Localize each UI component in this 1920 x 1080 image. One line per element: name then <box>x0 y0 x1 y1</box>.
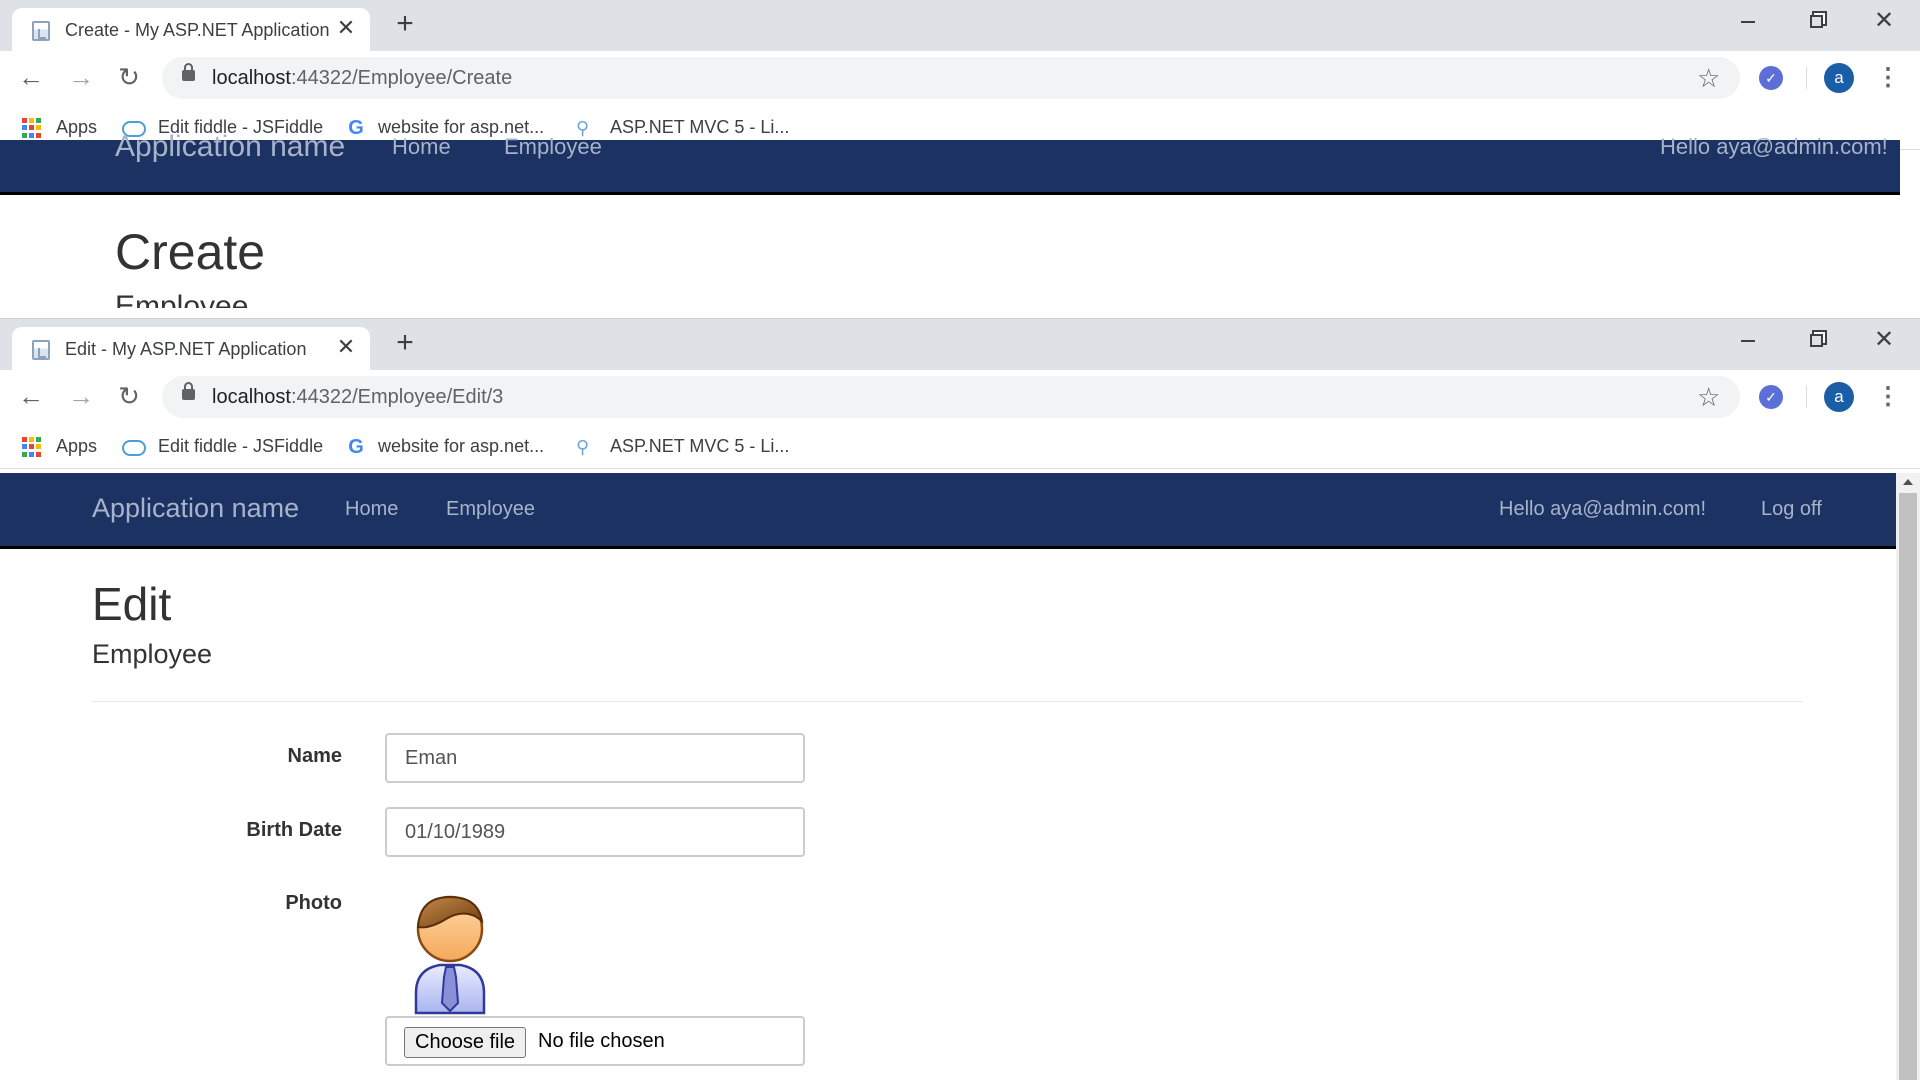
minimize-button[interactable] <box>1728 325 1768 355</box>
page-favicon-icon <box>32 21 50 41</box>
page-favicon-icon <box>32 340 50 360</box>
scroll-thumb[interactable] <box>1899 493 1917 1080</box>
birthdate-label: Birth Date <box>246 819 342 841</box>
browser-window-create: Create - My ASP.NET Application ✕ + ✕ ← … <box>0 0 1920 308</box>
address-bar[interactable]: localhost:44322/Employee/Create ☆ <box>162 57 1740 99</box>
restore-button[interactable] <box>1796 325 1836 355</box>
jsfiddle-cloud-icon <box>122 440 146 456</box>
google-icon: G <box>348 117 364 139</box>
reload-icon[interactable]: ↻ <box>114 63 144 93</box>
kebab-menu-icon[interactable]: ⋮ <box>1876 382 1900 412</box>
app-navbar: Application name Home Employee Hello aya… <box>0 473 1900 549</box>
browser-toolbar: ← → ↻ localhost:44322/Employee/Create ☆ … <box>0 51 1920 104</box>
app-navbar: Application name Home Employee Hello aya… <box>0 130 1900 195</box>
extension-check-icon[interactable]: ✓ <box>1759 385 1783 409</box>
birthdate-field[interactable] <box>385 807 805 857</box>
photo-label: Photo <box>285 892 342 914</box>
lock-icon <box>182 63 195 81</box>
star-icon[interactable]: ☆ <box>1697 63 1720 94</box>
file-status-text: No file chosen <box>538 1030 665 1052</box>
apps-grid-icon <box>22 437 42 457</box>
new-tab-button[interactable]: + <box>390 328 420 359</box>
back-arrow-icon[interactable]: ← <box>16 63 46 93</box>
nav-home[interactable]: Home <box>392 134 451 160</box>
minimize-button[interactable] <box>1728 6 1768 36</box>
tab-create[interactable]: Create - My ASP.NET Application ✕ <box>12 8 370 51</box>
brand-link[interactable]: Application name <box>115 130 345 164</box>
forward-arrow-icon[interactable]: → <box>66 382 96 412</box>
toolbar-separator <box>1806 67 1807 89</box>
close-tab-icon[interactable]: ✕ <box>334 16 358 40</box>
google-icon: G <box>348 436 364 458</box>
tab-title: Create - My ASP.NET Application <box>65 20 330 40</box>
name-field[interactable] <box>385 733 805 783</box>
profile-avatar[interactable]: a <box>1824 382 1854 412</box>
url-text[interactable]: localhost:44322/Employee/Create <box>212 67 512 90</box>
tab-strip: Edit - My ASP.NET Application ✕ + ✕ <box>0 319 1920 370</box>
address-bar[interactable]: localhost:44322/Employee/Edit/3 ☆ <box>162 376 1740 418</box>
toolbar-separator <box>1806 386 1807 408</box>
user-avatar-image <box>414 895 486 1015</box>
reload-icon[interactable]: ↻ <box>114 382 144 412</box>
close-tab-icon[interactable]: ✕ <box>334 335 358 359</box>
brand-link[interactable]: Application name <box>92 493 299 524</box>
page-subtitle: Employee <box>92 639 213 669</box>
logoff-link[interactable]: Log off <box>1761 498 1822 521</box>
close-window-button[interactable]: ✕ <box>1864 325 1904 355</box>
greeting-link[interactable]: Hello aya@admin.com! <box>1499 498 1706 521</box>
profile-avatar[interactable]: a <box>1824 63 1854 93</box>
restore-button[interactable] <box>1796 6 1836 36</box>
star-icon[interactable]: ☆ <box>1697 382 1720 413</box>
choose-file-button[interactable]: Choose file <box>404 1027 527 1058</box>
divider <box>92 701 1802 702</box>
close-window-button[interactable]: ✕ <box>1864 6 1904 36</box>
nav-home[interactable]: Home <box>345 498 398 521</box>
tab-edit[interactable]: Edit - My ASP.NET Application ✕ <box>12 327 370 370</box>
back-arrow-icon[interactable]: ← <box>16 382 46 412</box>
mvc-icon: ⚲ <box>576 437 590 457</box>
nav-employee[interactable]: Employee <box>446 498 535 521</box>
forward-arrow-icon[interactable]: → <box>66 63 96 93</box>
page-subtitle: Employee <box>115 290 249 308</box>
url-text[interactable]: localhost:44322/Employee/Edit/3 <box>212 386 503 409</box>
name-label: Name <box>287 745 342 767</box>
extension-check-icon[interactable]: ✓ <box>1759 66 1783 90</box>
nav-employee[interactable]: Employee <box>504 134 602 160</box>
photo-file-input[interactable]: Choose file No file chosen <box>385 1016 805 1066</box>
kebab-menu-icon[interactable]: ⋮ <box>1876 63 1900 93</box>
browser-window-edit: Edit - My ASP.NET Application ✕ + ✕ ← → … <box>0 319 1920 1080</box>
lock-icon <box>182 382 195 400</box>
bookmarks-bar: Apps Edit fiddle - JSFiddle G website fo… <box>0 423 1920 469</box>
new-tab-button[interactable]: + <box>390 9 420 40</box>
greeting-link[interactable]: Hello aya@admin.com! <box>1660 134 1888 160</box>
browser-toolbar: ← → ↻ localhost:44322/Employee/Edit/3 ☆ … <box>0 370 1920 423</box>
page-scrollbar[interactable] <box>1896 473 1920 1080</box>
apps-grid-icon <box>22 118 42 138</box>
scroll-up-arrow-icon[interactable] <box>1903 479 1913 485</box>
page-title: Create <box>115 224 266 280</box>
page-title: Edit <box>92 578 172 630</box>
tab-strip: Create - My ASP.NET Application ✕ + ✕ <box>0 0 1920 51</box>
tab-title: Edit - My ASP.NET Application <box>65 339 307 359</box>
